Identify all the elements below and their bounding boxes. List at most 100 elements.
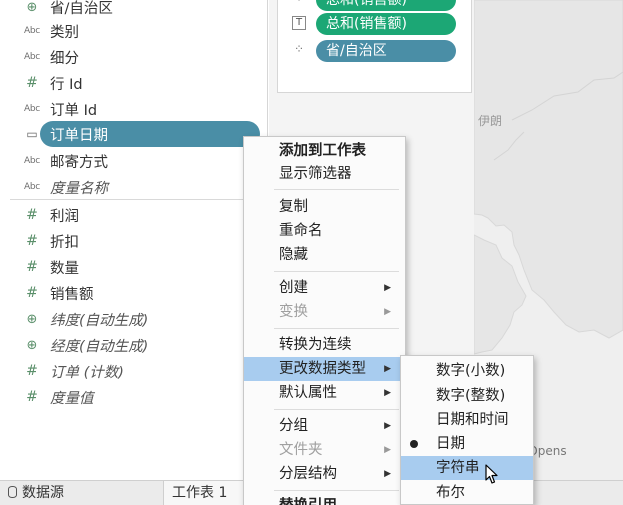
field-longitude[interactable]: ⊕ 经度(自动生成) bbox=[0, 332, 268, 358]
menu-replace-reference[interactable]: 替换引用 bbox=[244, 494, 405, 505]
field-profit[interactable]: # 利润 bbox=[0, 202, 268, 228]
selected-bullet-icon bbox=[410, 440, 418, 448]
menu-separator bbox=[274, 490, 399, 491]
menu-hide[interactable]: 隐藏 bbox=[244, 243, 405, 267]
submenu-boolean[interactable]: 布尔 bbox=[401, 481, 533, 505]
menu-create[interactable]: 创建 ▶ bbox=[244, 276, 405, 300]
dimensions-measures-divider bbox=[10, 199, 268, 200]
field-quantity[interactable]: # 数量 bbox=[0, 254, 268, 280]
field-label: 度量值 bbox=[50, 390, 94, 407]
field-sales[interactable]: # 销售额 bbox=[0, 280, 268, 306]
menu-label: 变换 bbox=[279, 304, 308, 320]
marks-card: ⁘ 总和(销售额) T 总和(销售额) ⁘ 省/自治区 bbox=[277, 0, 472, 93]
mouse-pointer-icon bbox=[485, 464, 498, 484]
field-label: 度量名称 bbox=[50, 180, 108, 197]
text-icon[interactable]: T bbox=[292, 16, 306, 30]
menu-change-data-type[interactable]: 更改数据类型 ▶ bbox=[244, 357, 405, 381]
field-province[interactable]: ⊕ 省/自治区 bbox=[0, 0, 268, 20]
mark-pill-sales-color[interactable]: 总和(销售额) bbox=[316, 0, 456, 11]
field-label: 纬度(自动生成) bbox=[50, 312, 149, 329]
tab-sheet-1[interactable]: 工作表 1 bbox=[163, 481, 255, 505]
field-order-count[interactable]: # 订单 (计数) bbox=[0, 358, 268, 384]
hash-icon: # bbox=[26, 389, 38, 405]
data-pane: ⊕ 省/自治区 Abc 类别 Abc 细分 # 行 Id Abc 订单 Id ▭… bbox=[0, 0, 268, 480]
field-label: 省/自治区 bbox=[50, 0, 113, 17]
detail-icon[interactable]: ⁘ bbox=[292, 43, 306, 57]
menu-separator bbox=[274, 409, 399, 410]
menu-default-properties[interactable]: 默认属性 ▶ bbox=[244, 381, 405, 405]
submenu-number-whole[interactable]: 数字(整数) bbox=[401, 384, 533, 408]
field-label: 折扣 bbox=[50, 234, 79, 251]
abc-icon: Abc bbox=[24, 104, 40, 114]
submenu-arrow-icon: ▶ bbox=[384, 469, 391, 479]
field-category[interactable]: Abc 类别 bbox=[0, 18, 268, 44]
menu-label: 更改数据类型 bbox=[279, 361, 366, 377]
submenu-date[interactable]: 日期 bbox=[401, 432, 533, 456]
submenu-arrow-icon: ▶ bbox=[384, 364, 391, 374]
menu-group[interactable]: 分组 ▶ bbox=[244, 414, 405, 438]
mark-row-text[interactable]: T 总和(销售额) bbox=[278, 12, 473, 36]
menu-folder: 文件夹 ▶ bbox=[244, 438, 405, 462]
abc-icon: Abc bbox=[24, 26, 40, 36]
field-segment[interactable]: Abc 细分 bbox=[0, 44, 268, 70]
submenu-number-decimal[interactable]: 数字(小数) bbox=[401, 359, 533, 383]
menu-label: 默认属性 bbox=[279, 385, 337, 401]
field-discount[interactable]: # 折扣 bbox=[0, 228, 268, 254]
field-measure-values[interactable]: # 度量值 bbox=[0, 384, 268, 410]
menu-add-to-sheet[interactable]: 添加到工作表 bbox=[244, 139, 405, 163]
menu-rename[interactable]: 重命名 bbox=[244, 219, 405, 243]
hash-icon: # bbox=[26, 363, 38, 379]
menu-label: 日期 bbox=[436, 436, 465, 452]
field-label: 订单 (计数) bbox=[50, 364, 124, 381]
menu-separator bbox=[274, 328, 399, 329]
menu-label: 文件夹 bbox=[279, 442, 323, 458]
globe-icon: ⊕ bbox=[26, 311, 38, 327]
hash-icon: # bbox=[26, 75, 38, 91]
field-label: 订单日期 bbox=[50, 127, 108, 144]
menu-label: 分组 bbox=[279, 418, 308, 434]
menu-hierarchy[interactable]: 分层结构 ▶ bbox=[244, 462, 405, 486]
data-type-submenu: 数字(小数) 数字(整数) 日期和时间 日期 字符串 布尔 bbox=[400, 355, 534, 505]
field-label: 利润 bbox=[50, 208, 79, 225]
submenu-arrow-icon: ▶ bbox=[384, 307, 391, 317]
field-label: 经度(自动生成) bbox=[50, 338, 149, 355]
menu-transform: 变换 ▶ bbox=[244, 300, 405, 324]
field-latitude[interactable]: ⊕ 纬度(自动生成) bbox=[0, 306, 268, 332]
submenu-arrow-icon: ▶ bbox=[384, 445, 391, 455]
field-label: 订单 Id bbox=[50, 102, 98, 119]
tab-label: 数据源 bbox=[22, 485, 64, 501]
field-order-date[interactable]: ▭ 订单日期 bbox=[0, 121, 268, 147]
mark-row-detail[interactable]: ⁘ 省/自治区 bbox=[278, 39, 473, 63]
globe-icon: ⊕ bbox=[26, 0, 38, 15]
menu-label: 分层结构 bbox=[279, 466, 337, 482]
menu-copy[interactable]: 复制 bbox=[244, 195, 405, 219]
menu-convert-continuous[interactable]: 转换为连续 bbox=[244, 333, 405, 357]
mark-row-color[interactable]: ⁘ 总和(销售额) bbox=[278, 0, 473, 12]
field-measure-names[interactable]: Abc 度量名称 bbox=[0, 174, 268, 200]
field-label: 销售额 bbox=[50, 286, 94, 303]
tab-data-source[interactable]: 数据源 bbox=[8, 481, 64, 505]
field-ship-mode[interactable]: Abc 邮寄方式 bbox=[0, 148, 268, 174]
hash-icon: # bbox=[26, 207, 38, 223]
calendar-icon: ▭ bbox=[26, 127, 38, 141]
field-label: 数量 bbox=[50, 260, 79, 277]
field-label: 邮寄方式 bbox=[50, 154, 108, 171]
map-label-iran: 伊朗 bbox=[478, 114, 503, 128]
mark-pill-province[interactable]: 省/自治区 bbox=[316, 40, 456, 62]
submenu-string[interactable]: 字符串 bbox=[401, 456, 533, 480]
field-label: 细分 bbox=[50, 50, 79, 67]
field-label: 行 Id bbox=[50, 76, 83, 93]
submenu-datetime[interactable]: 日期和时间 bbox=[401, 408, 533, 432]
field-order-id[interactable]: Abc 订单 Id bbox=[0, 96, 268, 122]
hash-icon: # bbox=[26, 259, 38, 275]
globe-icon: ⊕ bbox=[26, 337, 38, 353]
color-icon[interactable]: ⁘ bbox=[292, 0, 306, 6]
field-label: 类别 bbox=[50, 24, 79, 41]
abc-icon: Abc bbox=[24, 52, 40, 62]
abc-icon: Abc bbox=[24, 182, 40, 192]
abc-icon: Abc bbox=[24, 156, 40, 166]
field-row-id[interactable]: # 行 Id bbox=[0, 70, 268, 96]
mark-pill-sales-label[interactable]: 总和(销售额) bbox=[316, 13, 456, 35]
menu-show-filter[interactable]: 显示筛选器 bbox=[244, 162, 405, 186]
submenu-arrow-icon: ▶ bbox=[384, 421, 391, 431]
